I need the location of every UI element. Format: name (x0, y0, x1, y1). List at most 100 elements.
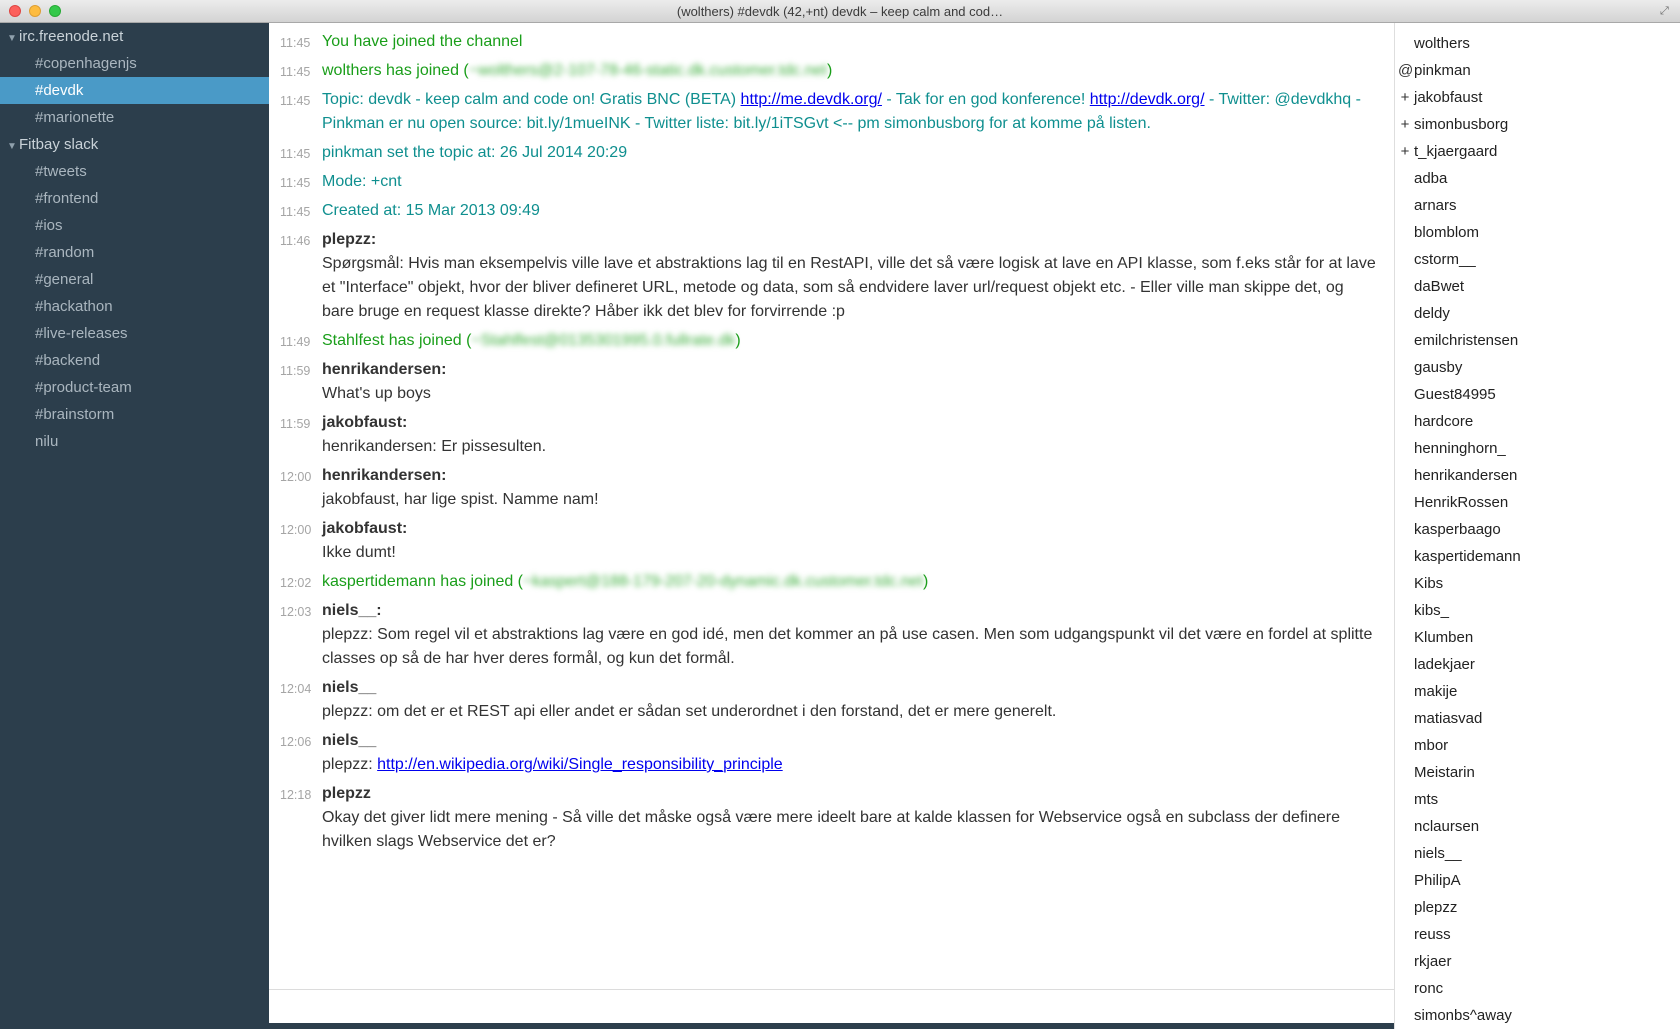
message-nick[interactable]: niels__ (322, 729, 1380, 753)
user-nick: ladekjaer (1414, 656, 1475, 673)
channel-item[interactable]: #live-releases (0, 320, 269, 347)
channel-item[interactable]: #frontend (0, 185, 269, 212)
user-list-item[interactable]: niels__ (1395, 840, 1680, 867)
user-list-item[interactable]: kasperbaago (1395, 516, 1680, 543)
message-nick[interactable]: plepzz (322, 782, 1380, 806)
user-list-item[interactable]: + jakobfaust (1395, 84, 1680, 111)
fullscreen-icon[interactable]: ⤢ (1660, 5, 1672, 17)
user-nick: jakobfaust (1414, 89, 1483, 106)
message-nick[interactable]: niels__: (322, 599, 1380, 623)
server-irc-freenode[interactable]: ▼ irc.freenode.net (0, 23, 269, 50)
log-line: 11:45 Mode: +cnt (269, 170, 1394, 194)
user-list-item[interactable]: blomblom (1395, 219, 1680, 246)
user-list-item[interactable]: kaspertidemann (1395, 543, 1680, 570)
channel-item[interactable]: #brainstorm (0, 401, 269, 428)
user-list-item[interactable]: nclaursen (1395, 813, 1680, 840)
join-text: wolthers has joined ( (322, 62, 469, 79)
user-list-item[interactable]: mts (1395, 786, 1680, 813)
user-list-item[interactable]: gausby (1395, 354, 1680, 381)
channel-item[interactable]: #hackathon (0, 293, 269, 320)
user-list-item[interactable]: ladekjaer (1395, 651, 1680, 678)
topic-link[interactable]: http://me.devdk.org/ (741, 91, 882, 108)
channel-item[interactable]: #copenhagenjs (0, 50, 269, 77)
log-line: 12:06 niels__ plepzz: http://en.wikipedi… (269, 729, 1394, 777)
user-list-item[interactable]: Kibs (1395, 570, 1680, 597)
title-bar: (wolthers) #devdk (42,+nt) devdk – keep … (0, 0, 1680, 23)
user-list-item[interactable]: henrikandersen (1395, 462, 1680, 489)
join-text: kaspertidemann has joined ( (322, 573, 524, 590)
user-list-item[interactable]: Guest84995 (1395, 381, 1680, 408)
message-log-pane[interactable]: 11:45 You have joined the channel 11:45 … (269, 23, 1394, 1029)
timestamp: 12:00 (280, 523, 312, 537)
user-list-item[interactable]: plepzz (1395, 894, 1680, 921)
user-list-item[interactable]: wolthers (1395, 30, 1680, 57)
disclosure-triangle-icon[interactable]: ▼ (7, 25, 19, 52)
user-nick: ronc (1414, 980, 1444, 997)
user-list-item[interactable]: emilchristensen (1395, 327, 1680, 354)
channel-item[interactable]: #random (0, 239, 269, 266)
message-nick[interactable]: henrikandersen: (322, 464, 1380, 488)
timestamp: 11:46 (280, 234, 311, 248)
message-nick[interactable]: plepzz: (322, 228, 1380, 252)
user-list-item[interactable]: + simonbusborg (1395, 111, 1680, 138)
user-list-item[interactable]: adba (1395, 165, 1680, 192)
timestamp: 11:45 (280, 205, 311, 219)
user-list-item[interactable]: makije (1395, 678, 1680, 705)
disclosure-triangle-icon[interactable]: ▼ (7, 133, 19, 160)
log-line: 11:45 pinkman set the topic at: 26 Jul 2… (269, 141, 1394, 165)
user-nick: plepzz (1414, 899, 1458, 916)
user-list-item[interactable]: daBwet (1395, 273, 1680, 300)
user-list-item[interactable]: Meistarin (1395, 759, 1680, 786)
user-list-item[interactable]: PhilipA (1395, 867, 1680, 894)
channel-item[interactable]: #product-team (0, 374, 269, 401)
user-list-item[interactable]: mbor (1395, 732, 1680, 759)
user-nick: daBwet (1414, 278, 1465, 295)
message-nick[interactable]: henrikandersen: (322, 358, 1380, 382)
join-text: Stahlfest has joined ( (322, 332, 472, 349)
user-list-item[interactable]: deldy (1395, 300, 1680, 327)
message-nick[interactable]: niels__ (322, 676, 1380, 700)
server-fitbay-slack[interactable]: ▼ Fitbay slack (0, 131, 269, 158)
user-nick: mbor (1414, 737, 1449, 754)
user-list-item[interactable]: simonbs^away (1395, 1002, 1680, 1029)
message-text: henrikandersen: Er pissesulten. (322, 438, 547, 455)
user-list-item[interactable]: hardcore (1395, 408, 1680, 435)
channel-item[interactable]: nilu (0, 428, 269, 455)
user-list-item[interactable]: rkjaer (1395, 948, 1680, 975)
user-nick: makije (1414, 683, 1458, 700)
timestamp: 12:00 (280, 470, 312, 484)
message-text: Okay det giver lidt mere mening - Så vil… (322, 809, 1340, 850)
user-list-item[interactable]: matiasvad (1395, 705, 1680, 732)
user-list-item[interactable]: Klumben (1395, 624, 1680, 651)
channel-item[interactable]: #backend (0, 347, 269, 374)
message-nick[interactable]: jakobfaust: (322, 517, 1380, 541)
blurred-hostmask: ~Stahlfest@0135301995.0.fullrate.dk (471, 332, 736, 349)
user-list-item[interactable]: cstorm__ (1395, 246, 1680, 273)
user-nick: Meistarin (1414, 764, 1475, 781)
user-list-item[interactable]: ronc (1395, 975, 1680, 1002)
user-list-item[interactable]: arnars (1395, 192, 1680, 219)
channel-item[interactable]: #ios (0, 212, 269, 239)
user-nick: kasperbaago (1414, 521, 1501, 538)
user-list-item[interactable]: @ pinkman (1395, 57, 1680, 84)
channel-item[interactable]: #tweets (0, 158, 269, 185)
join-message: kaspertidemann has joined (~kaspert@188-… (322, 573, 928, 590)
topic-link[interactable]: http://devdk.org/ (1090, 91, 1205, 108)
channel-item[interactable]: #general (0, 266, 269, 293)
timestamp: 11:45 (280, 147, 311, 161)
message-link[interactable]: http://en.wikipedia.org/wiki/Single_resp… (377, 756, 783, 773)
user-list-item[interactable]: + t_kjaergaard (1395, 138, 1680, 165)
system-message: Mode: +cnt (322, 173, 402, 190)
user-mode-prefix: + (1400, 116, 1410, 133)
channel-item-active[interactable]: #devdk (0, 77, 269, 104)
channel-item[interactable]: #marionette (0, 104, 269, 131)
join-text-end: ) (923, 573, 929, 590)
user-list-item[interactable]: reuss (1395, 921, 1680, 948)
user-list-item[interactable]: HenrikRossen (1395, 489, 1680, 516)
message-nick[interactable]: jakobfaust: (322, 411, 1380, 435)
timestamp: 11:45 (280, 94, 311, 108)
timestamp: 12:04 (280, 682, 312, 696)
user-list-item[interactable]: kibs_ (1395, 597, 1680, 624)
window-title: (wolthers) #devdk (42,+nt) devdk – keep … (676, 4, 1004, 19)
user-list-item[interactable]: henninghorn_ (1395, 435, 1680, 462)
